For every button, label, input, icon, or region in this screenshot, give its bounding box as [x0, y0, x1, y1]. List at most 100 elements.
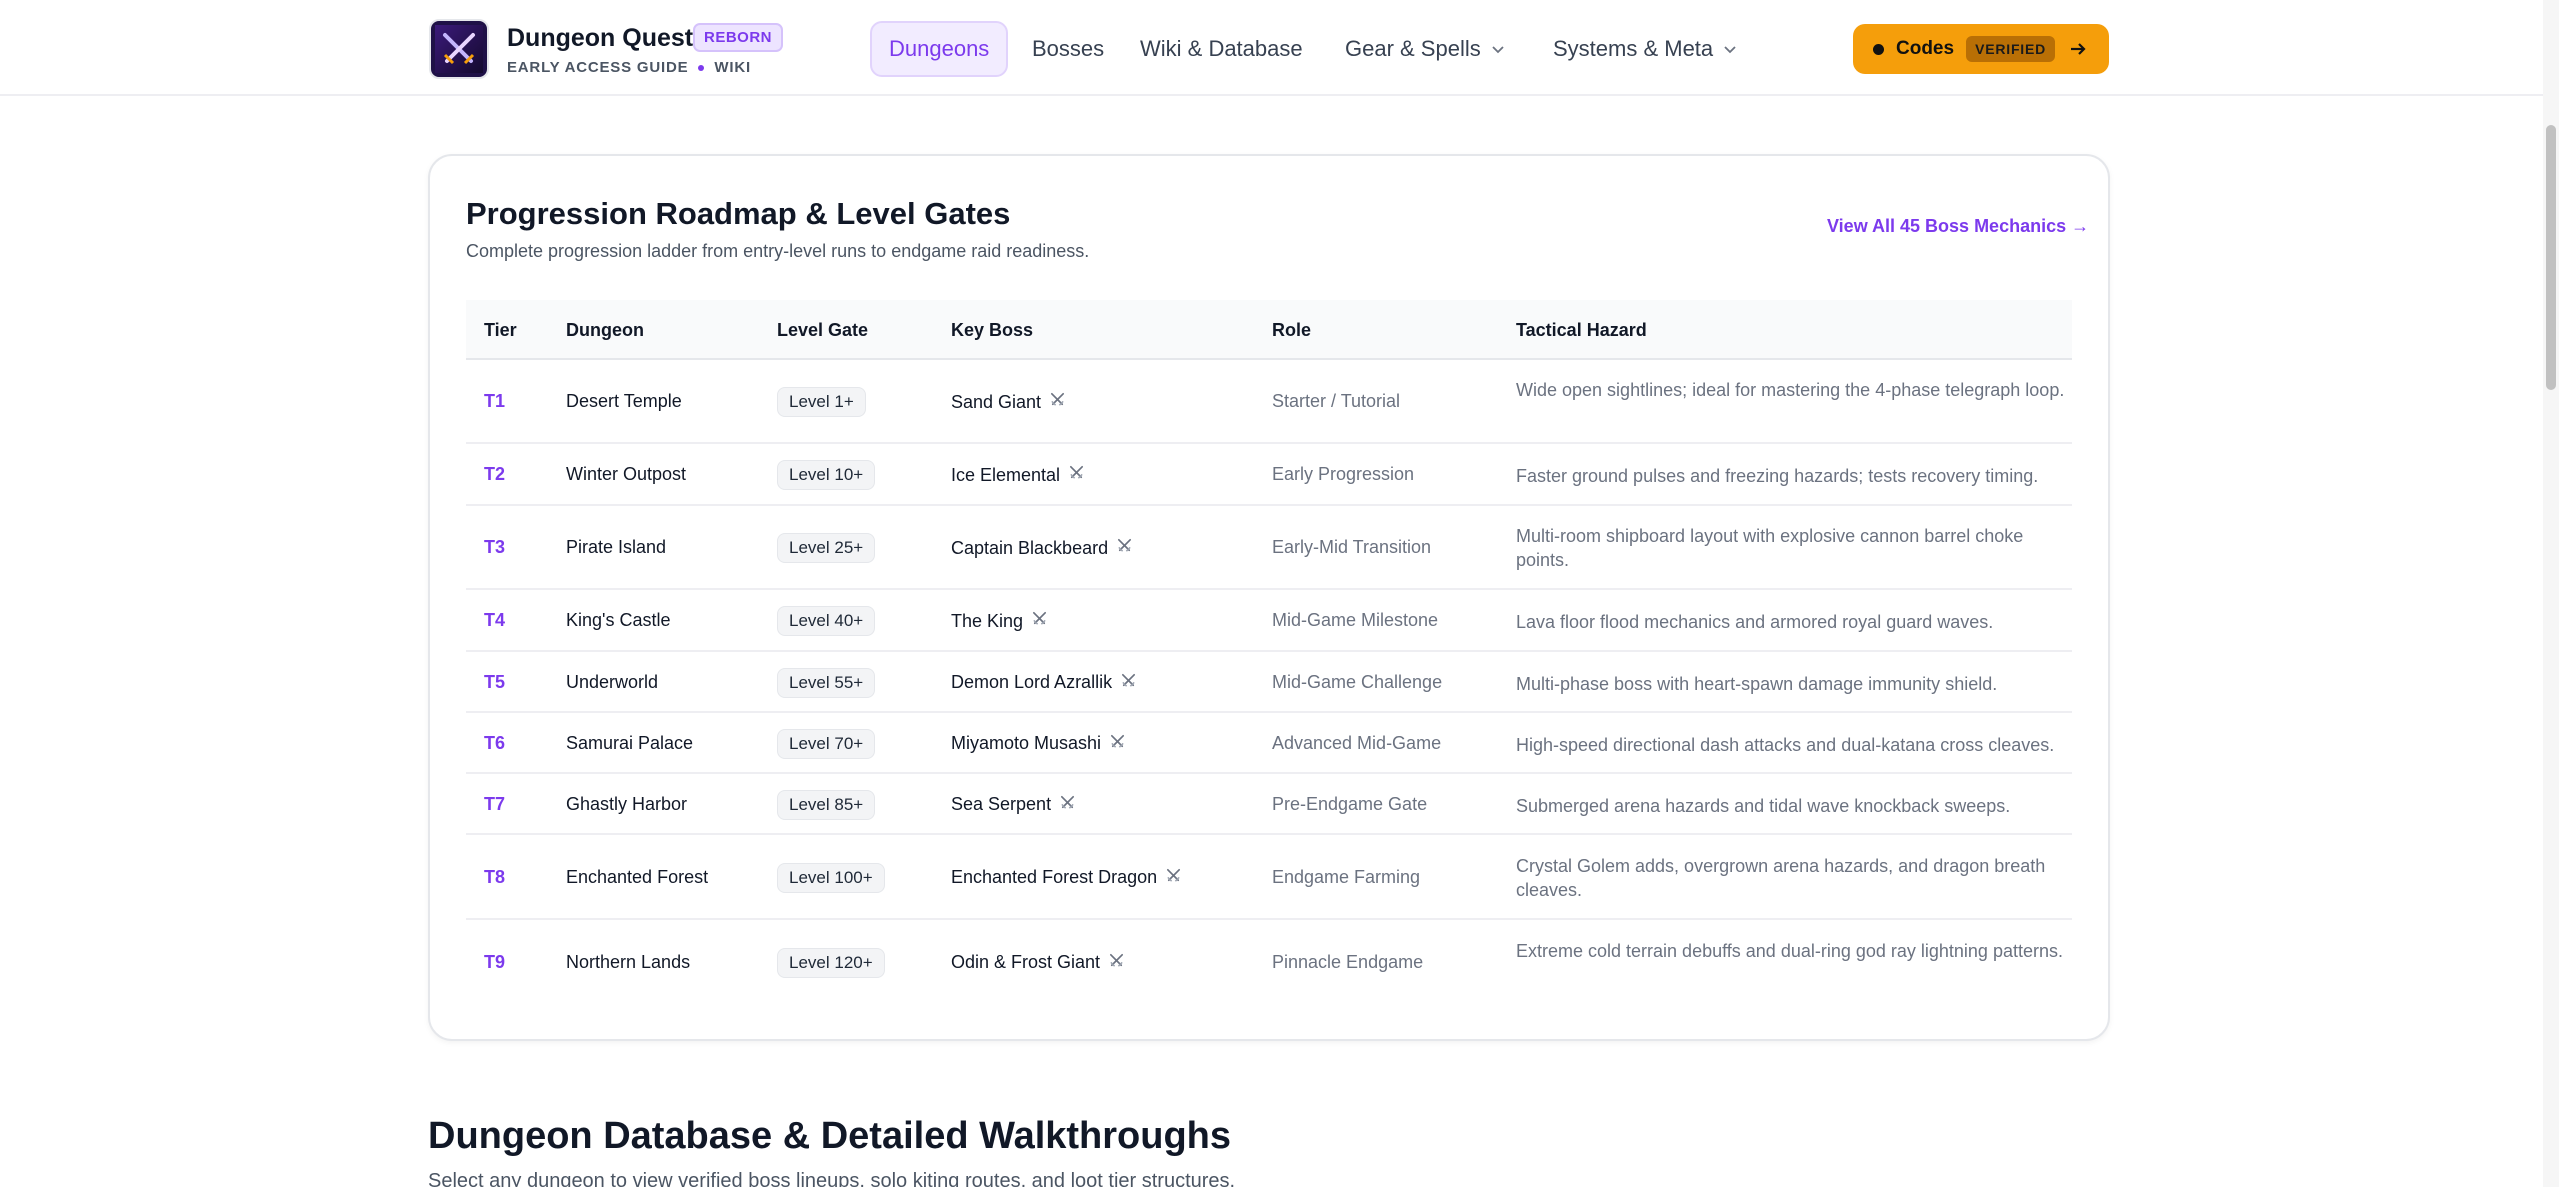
hazard-cell: High-speed directional dash attacks and …	[1516, 734, 2055, 755]
dungeon-database-title: Dungeon Database & Detailed Walkthroughs	[428, 1115, 1232, 1157]
role-cell: Mid-Game Milestone	[1272, 610, 1439, 630]
col-key-boss: Key Boss	[951, 320, 1034, 340]
dungeon-cell[interactable]: Ghastly Harbor	[566, 794, 687, 815]
dungeon-cell[interactable]: Northern Lands	[566, 952, 690, 973]
col-tactical-hazard: Tactical Hazard	[1516, 320, 1647, 340]
crossed-swords-icon	[1120, 672, 1137, 694]
role-cell: Pre-Endgame Gate	[1272, 793, 1428, 814]
boss-cell[interactable]: Sand Giant	[951, 391, 1066, 413]
codes-label: Codes	[1896, 38, 1955, 59]
boss-cell[interactable]: The King	[951, 610, 1048, 632]
role-cell: Pinnacle Endgame	[1272, 951, 1424, 972]
col-dungeon: Dungeon	[566, 320, 644, 340]
table-row: T7 Ghastly Harbor Level 85+ Sea Serpent Pre-…	[466, 774, 2072, 835]
boss-name: Demon Lord Azrallik	[951, 672, 1113, 692]
brand-sub-left: EARLY ACCESS GUIDE	[507, 59, 689, 76]
boss-cell[interactable]: Demon Lord Azrallik	[951, 672, 1137, 694]
hazard-cell: Crystal Golem adds, overgrown arena haza…	[1516, 855, 2046, 900]
nav-systems-label: Systems & Meta	[1553, 36, 1714, 61]
dungeon-database-subtitle: Select any dungeon to view verified boss…	[428, 1170, 1236, 1187]
status-dot-icon	[1873, 43, 1884, 55]
separator-dot-icon	[698, 64, 705, 71]
brand-title[interactable]: Dungeon Quest	[507, 24, 693, 53]
role-cell: Early-Mid Transition	[1272, 537, 1432, 557]
col-role: Role	[1272, 320, 1312, 340]
level-gate-pill: Level 100+	[777, 862, 885, 893]
nav-dungeons[interactable]: Dungeons	[870, 21, 1009, 77]
table-header: Tier Dungeon Level Gate Key Boss Role Ta…	[466, 300, 2072, 360]
dungeon-cell[interactable]: Winter Outpost	[566, 464, 686, 485]
table-row: T5 Underworld Level 55+ Demon Lord Azrallik…	[466, 652, 2072, 713]
table-row: T3 Pirate Island Level 25+ Captain Blackbea…	[466, 506, 2072, 590]
boss-name: Sea Serpent	[951, 794, 1052, 814]
boss-cell[interactable]: Miyamoto Musashi	[951, 733, 1126, 755]
dungeon-cell[interactable]: Enchanted Forest	[566, 867, 708, 888]
level-gate-pill: Level 25+	[777, 533, 876, 563]
boss-cell[interactable]: Ice Elemental	[951, 464, 1085, 486]
nav-wiki-label: Wiki & Database	[1140, 36, 1303, 61]
nav-wiki-database[interactable]: Wiki & Database	[1140, 21, 1303, 77]
crossed-swords-icon	[1049, 391, 1066, 413]
arrow-right-icon	[2071, 43, 2086, 55]
tier-cell: T9	[484, 951, 506, 972]
dungeon-cell[interactable]: Desert Temple	[566, 391, 682, 412]
top-header: Dungeon Quest REBORN EARLY ACCESS GUIDE …	[0, 0, 2559, 96]
boss-cell[interactable]: Sea Serpent	[951, 794, 1076, 816]
level-gate-pill: Level 1+	[777, 387, 866, 417]
nav-systems-meta[interactable]: Systems & Meta	[1553, 21, 1737, 77]
dungeon-cell[interactable]: Underworld	[566, 672, 658, 693]
tier-cell: T8	[484, 866, 506, 887]
hazard-cell: Multi-room shipboard layout with explosi…	[1516, 526, 2024, 570]
role-cell: Starter / Tutorial	[1272, 391, 1401, 411]
crossed-swords-icon	[1031, 610, 1048, 632]
hazard-cell: Extreme cold terrain debuffs and dual-ri…	[1516, 940, 2063, 961]
crossed-swords-icon	[1109, 733, 1126, 755]
dungeon-cell[interactable]: King's Castle	[566, 610, 670, 631]
nav-gear-spells[interactable]: Gear & Spells	[1345, 21, 1505, 77]
card-title: Progression Roadmap & Level Gates	[466, 196, 1011, 231]
scrollbar-thumb[interactable]	[2546, 125, 2556, 390]
hazard-cell: Lava floor flood mechanics and armored r…	[1516, 612, 1994, 632]
boss-cell[interactable]: Captain Blackbeard	[951, 537, 1133, 559]
col-level-gate: Level Gate	[777, 320, 869, 340]
table-row: T6 Samurai Palace Level 70+ Miyamoto Musash…	[466, 713, 2072, 774]
hazard-cell: Submerged arena hazards and tidal wave k…	[1516, 795, 2011, 816]
boss-name: Miyamoto Musashi	[951, 733, 1102, 753]
boss-name: Enchanted Forest Dragon	[951, 867, 1158, 887]
crossed-swords-icon	[1059, 794, 1076, 816]
role-cell: Advanced Mid-Game	[1272, 732, 1442, 753]
brand-subtitle: EARLY ACCESS GUIDE WIKI	[507, 59, 751, 76]
verified-badge: VERIFIED	[1966, 36, 2056, 62]
boss-cell[interactable]: Odin & Frost Giant	[951, 952, 1125, 974]
level-gate-pill: Level 70+	[777, 728, 876, 759]
crossed-swords-logo-icon[interactable]	[429, 19, 489, 79]
tier-cell: T5	[484, 671, 506, 692]
codes-button[interactable]: Codes VERIFIED	[1853, 24, 2109, 74]
brand-sub-right: WIKI	[714, 59, 751, 76]
hazard-cell: Faster ground pulses and freezing hazard…	[1516, 466, 2039, 486]
role-cell: Endgame Farming	[1272, 866, 1421, 887]
dungeon-cell[interactable]: Pirate Island	[566, 537, 666, 558]
crossed-swords-icon	[1165, 867, 1182, 889]
boss-name: Sand Giant	[951, 391, 1042, 412]
tier-cell: T4	[484, 610, 506, 630]
nav-dungeons-label: Dungeons	[889, 36, 990, 61]
tier-cell: T1	[484, 391, 506, 411]
level-gate-pill: Level 40+	[777, 606, 876, 636]
nav-bosses[interactable]: Bosses	[1032, 21, 1104, 77]
table-row: T4 King's Castle Level 40+ The King Mid-Game…	[466, 590, 2072, 652]
reborn-badge: REBORN	[693, 23, 784, 52]
nav-gear-label: Gear & Spells	[1345, 36, 1481, 61]
dungeon-cell[interactable]: Samurai Palace	[566, 733, 693, 754]
tier-cell: T7	[484, 793, 506, 814]
view-all-boss-mechanics-link[interactable]: View All 45 Boss Mechanics →	[1827, 216, 2089, 237]
chevron-down-icon	[1492, 46, 1504, 54]
tier-cell: T6	[484, 732, 506, 753]
card-subtitle: Complete progression ladder from entry-l…	[466, 241, 1090, 261]
level-gate-pill: Level 55+	[777, 667, 876, 698]
boss-name: The King	[951, 610, 1024, 631]
role-cell: Mid-Game Challenge	[1272, 671, 1443, 692]
boss-cell[interactable]: Enchanted Forest Dragon	[951, 867, 1182, 889]
hazard-cell: Multi-phase boss with heart-spawn damage…	[1516, 673, 1998, 694]
crossed-swords-icon	[1068, 464, 1085, 486]
